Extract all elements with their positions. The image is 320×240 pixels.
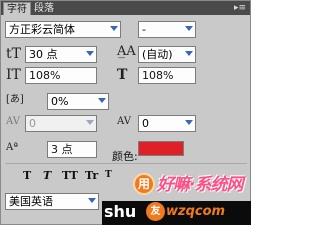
watermark-shu: shu [104,202,137,221]
faux-bold-button[interactable]: T [23,168,31,183]
leading-value: (自动) [142,48,173,61]
kerning-icon: AV [6,116,20,127]
all-caps-button[interactable]: TT [62,168,78,183]
color-label: 颜色: [112,150,138,163]
leading-icon: A̲A [117,44,136,59]
chevron-down-icon [86,120,94,125]
watermark-site-logo: 友 [146,202,165,221]
font-size-icon: tT [6,46,21,62]
chevron-down-icon [88,198,96,203]
vertical-scale-field[interactable]: 108% [25,67,97,84]
small-caps-button[interactable]: Tr [85,168,98,183]
tracking-icon: AV [117,116,131,127]
baseline-shift-field[interactable]: 3 点 [47,141,97,158]
kerning-dropdown[interactable]: 0 [25,115,97,132]
tracking-dropdown[interactable]: 0 [138,115,196,132]
tsume-icon: [あ] [6,94,24,105]
baseline-shift-icon: Aª [6,142,18,153]
panel-menu-icon[interactable]: ▸≡ [234,3,246,13]
leading-dropdown[interactable]: (自动) [138,46,196,63]
chevron-down-icon [185,120,193,125]
watermark-text: 好嘛·系统网 [157,175,243,195]
tracking-value: 0 [142,117,149,130]
font-family-value: 方正彩云简体 [9,23,75,36]
tab-paragraph[interactable]: 段落 [31,2,57,15]
font-style-value: - [142,23,146,36]
horizontal-scale-value: 108% [142,69,174,82]
chevron-down-icon [86,51,94,56]
baseline-shift-value: 3 点 [51,143,73,156]
font-size-value: 30 点 [29,48,58,61]
vertical-scale-icon: IT [6,67,21,83]
tab-character[interactable]: 字符 [3,2,31,15]
tsume-value: 0% [51,95,69,108]
faux-italic-button[interactable]: T [43,168,51,183]
font-family-dropdown[interactable]: 方正彩云简体 [5,21,121,38]
tsume-dropdown[interactable]: 0% [47,93,109,110]
superscript-button[interactable]: T [105,168,112,183]
font-style-dropdown[interactable]: - [138,21,196,38]
chevron-down-icon [98,98,106,103]
font-size-dropdown[interactable]: 30 点 [25,46,97,63]
horizontal-scale-field[interactable]: 108% [138,67,196,84]
chevron-down-icon [185,51,193,56]
kerning-value: 0 [29,117,36,130]
watermark-url: wzqcom [166,204,226,219]
language-value: 美国英语 [9,195,53,208]
watermark-logo: 用 [133,173,155,195]
language-dropdown[interactable]: 美国英语 [5,193,99,210]
divider [5,163,247,164]
vertical-scale-value: 108% [29,69,61,82]
color-swatch[interactable] [138,141,184,156]
horizontal-scale-icon: T [117,67,128,83]
chevron-down-icon [185,26,193,31]
chevron-down-icon [110,26,118,31]
panel-tab-bar: 字符 段落 ▸≡ [1,1,250,15]
